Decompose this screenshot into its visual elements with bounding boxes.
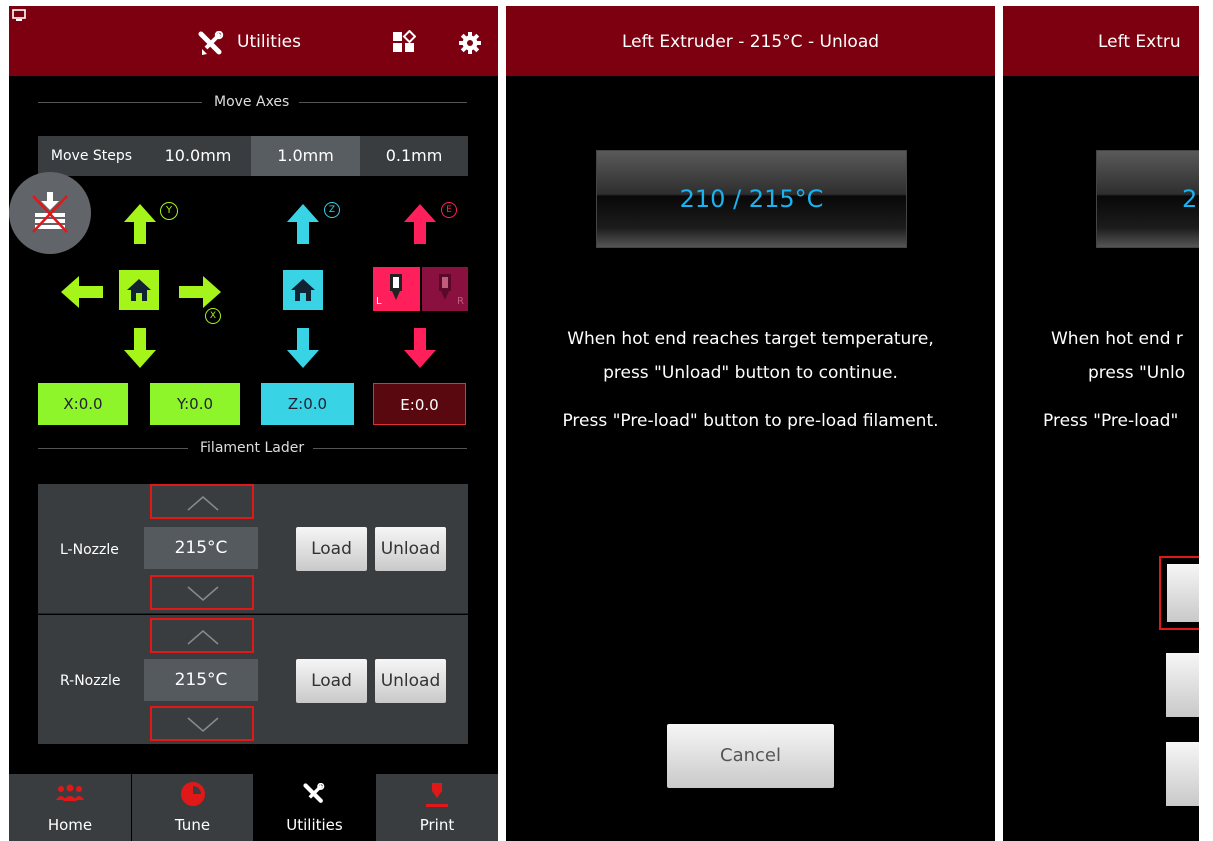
e-minus-arrow-icon[interactable]	[402, 326, 438, 370]
gear-icon[interactable]	[459, 32, 481, 54]
divider	[38, 448, 188, 449]
step-option-10mm[interactable]: 10.0mm	[145, 136, 251, 176]
z-plus-arrow-icon[interactable]	[285, 202, 321, 246]
move-axes-label: Move Axes	[214, 94, 290, 110]
chevron-up-icon	[187, 496, 219, 511]
action-button[interactable]	[1166, 742, 1199, 806]
move-steps-label: Move Steps	[38, 136, 145, 176]
disable-steppers-button[interactable]	[9, 172, 91, 254]
instruction-line-2: press "Unload" button to continue.	[603, 363, 898, 383]
nav-utilities-active[interactable]: Utilities	[254, 774, 375, 841]
nozzle-icon	[390, 274, 402, 300]
header-bar: Left Extru	[1003, 6, 1199, 76]
unload-screen: Left Extruder - 215°C - Unload 210 / 215…	[506, 6, 995, 841]
x-position: X:0.0	[38, 383, 128, 425]
cancel-button[interactable]: Cancel	[667, 724, 834, 788]
z-axis-badge: Z	[324, 202, 340, 218]
instruction-line-2: press "Unlo	[1088, 363, 1186, 383]
instruction-line-1: When hot end r	[1051, 329, 1183, 349]
divider	[313, 448, 467, 449]
chevron-up-icon	[187, 630, 219, 645]
home-icon	[291, 279, 315, 301]
nav-tune[interactable]: Tune	[132, 774, 253, 841]
unload-screen-partial: Left Extru 21 When hot end r press "Unlo…	[1003, 6, 1199, 841]
temperature-value: 210 / 215°C	[679, 185, 824, 213]
nav-home[interactable]: Home	[9, 774, 131, 841]
z-position: Z:0.0	[261, 383, 354, 425]
temp-up-button[interactable]	[150, 484, 254, 519]
action-button[interactable]	[1166, 653, 1199, 717]
filament-loader-label: Filament Lader	[200, 440, 305, 456]
nav-label: Tune	[174, 816, 211, 834]
chevron-down-icon	[187, 717, 219, 732]
pie-icon	[181, 782, 205, 806]
y-plus-arrow-icon[interactable]	[122, 202, 158, 246]
load-button[interactable]: Load	[296, 527, 367, 571]
z-minus-arrow-icon[interactable]	[285, 326, 321, 370]
nozzle-name: R-Nozzle	[60, 673, 121, 689]
nozzle-icon	[426, 783, 448, 807]
divider	[299, 102, 467, 103]
tools-icon	[303, 783, 325, 803]
unload-button[interactable]: Unload	[375, 527, 446, 571]
load-button[interactable]: Load	[296, 659, 367, 703]
xy-home-button[interactable]	[119, 270, 159, 310]
r-nozzle-row: R-Nozzle 215°C Load Unload	[38, 615, 468, 744]
x-minus-arrow-icon[interactable]	[59, 272, 105, 312]
instruction-line-3: Press "Pre-load"	[1043, 411, 1179, 431]
e-plus-arrow-icon[interactable]	[402, 202, 438, 246]
instruction-line-3: Press "Pre-load" button to pre-load fila…	[562, 411, 939, 431]
nav-label: Print	[419, 816, 455, 834]
l-nozzle-temp: 215°C	[144, 527, 258, 569]
e-position: E:0.0	[373, 383, 466, 425]
x-plus-arrow-icon[interactable]	[177, 272, 223, 312]
header-bar: Left Extruder - 215°C - Unload	[506, 6, 995, 76]
chevron-down-icon	[187, 586, 219, 601]
step-option-1mm-selected[interactable]: 1.0mm	[251, 136, 360, 176]
nozzle-icon	[439, 274, 451, 300]
e-axis-badge: E	[441, 202, 457, 218]
temperature-display: 210 / 215°C	[596, 150, 907, 248]
divider	[38, 613, 468, 614]
y-minus-arrow-icon[interactable]	[122, 326, 158, 370]
temperature-value: 21	[1182, 185, 1199, 213]
r-nozzle-temp: 215°C	[144, 659, 258, 701]
temp-down-button[interactable]	[150, 575, 254, 610]
temp-up-button[interactable]	[150, 618, 254, 653]
disable-steppers-icon	[32, 192, 68, 233]
instruction-line-1: When hot end reaches target temperature,	[567, 329, 934, 349]
header-title: Utilities	[237, 32, 301, 52]
temperature-display: 21	[1096, 150, 1199, 248]
temp-down-button[interactable]	[150, 706, 254, 741]
left-nozzle-label: L	[376, 296, 382, 307]
header-title: Left Extru	[1098, 32, 1181, 52]
header-title: Left Extruder - 215°C - Unload	[621, 32, 880, 52]
nav-label: Utilities	[286, 816, 343, 834]
nav-print[interactable]: Print	[376, 774, 498, 841]
action-button[interactable]	[1167, 564, 1199, 622]
nozzle-name: L-Nozzle	[60, 542, 119, 558]
users-icon	[56, 784, 84, 801]
z-home-button[interactable]	[283, 270, 323, 310]
selected-button-outline	[1159, 556, 1199, 630]
divider	[38, 102, 202, 103]
utilities-screen: Utilities Move Axes Move Steps 10.0mm 1.…	[9, 6, 498, 841]
header-bar: Utilities	[9, 6, 498, 76]
x-axis-badge: X	[205, 308, 221, 324]
step-option-0-1mm[interactable]: 0.1mm	[360, 136, 468, 176]
right-nozzle-label: R	[457, 296, 464, 307]
l-nozzle-row: L-Nozzle 215°C Load Unload	[38, 484, 468, 613]
apps-icon[interactable]	[392, 30, 416, 54]
home-icon	[127, 279, 151, 301]
unload-button[interactable]: Unload	[375, 659, 446, 703]
y-axis-badge: Y	[160, 202, 178, 220]
right-nozzle-select[interactable]: R	[422, 267, 468, 311]
y-position: Y:0.0	[150, 383, 240, 425]
left-nozzle-select[interactable]: L	[373, 267, 420, 311]
tools-icon	[198, 31, 224, 55]
nav-label: Home	[47, 816, 93, 834]
monitor-icon	[12, 9, 26, 21]
